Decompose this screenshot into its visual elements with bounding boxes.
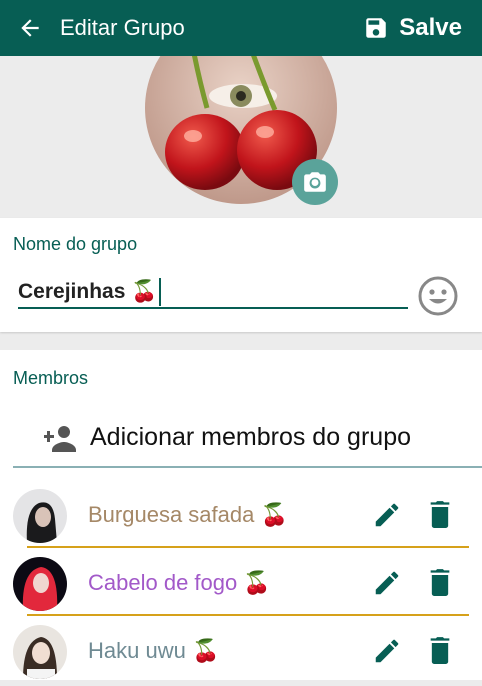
members-label: Membros	[13, 368, 89, 388]
group-name-card: Nome do grupo Cerejinhas 🍒	[0, 218, 482, 332]
trash-icon	[430, 569, 450, 596]
trash-icon	[430, 501, 450, 528]
avatar	[13, 489, 67, 543]
member-name[interactable]: Cabelo de fogo 🍒	[88, 570, 271, 596]
pencil-icon	[375, 503, 399, 527]
group-name-value: Cerejinhas 🍒	[18, 279, 158, 303]
change-photo-button[interactable]	[292, 159, 338, 205]
emoji-button[interactable]	[416, 274, 460, 318]
delete-member-button[interactable]	[426, 634, 454, 666]
add-person-icon	[44, 426, 76, 452]
member-divider	[27, 546, 469, 548]
save-disk-icon	[366, 18, 387, 38]
camera-icon	[304, 172, 326, 192]
edit-member-button[interactable]	[372, 636, 402, 666]
member-row: Burguesa safada 🍒	[0, 484, 482, 550]
add-members-button[interactable]: Adicionar membros do grupo	[0, 408, 482, 468]
delete-member-button[interactable]	[426, 566, 454, 598]
member-divider	[27, 614, 469, 616]
save-label: Salve	[399, 14, 462, 41]
back-button[interactable]	[0, 0, 60, 56]
member-name[interactable]: Burguesa safada 🍒	[88, 502, 288, 528]
members-card: Membros Adicionar membros do grupo Burgu…	[0, 350, 482, 680]
group-photo-area	[0, 56, 482, 216]
avatar	[13, 625, 67, 679]
member-row: Cabelo de fogo 🍒	[0, 552, 482, 618]
edit-member-button[interactable]	[372, 568, 402, 598]
back-arrow-icon	[21, 19, 39, 37]
group-name-label: Nome do grupo	[13, 234, 138, 254]
add-members-label: Adicionar membros do grupo	[90, 423, 411, 451]
pencil-icon	[375, 571, 399, 595]
member-row: Haku uwu 🍒	[0, 620, 482, 686]
edit-member-button[interactable]	[372, 500, 402, 530]
pencil-icon	[375, 639, 399, 663]
delete-member-button[interactable]	[426, 498, 454, 530]
emoji-icon	[418, 276, 458, 316]
text-caret	[159, 277, 162, 306]
app-bar: Editar Grupo Salve	[0, 0, 482, 56]
page-title: Editar Grupo	[60, 15, 185, 40]
group-name-field[interactable]: Cerejinhas 🍒	[18, 276, 408, 309]
trash-icon	[430, 637, 450, 664]
member-name[interactable]: Haku uwu 🍒	[88, 638, 219, 664]
save-button[interactable]: Salve	[363, 0, 482, 56]
avatar	[13, 557, 67, 611]
divider	[13, 466, 482, 468]
